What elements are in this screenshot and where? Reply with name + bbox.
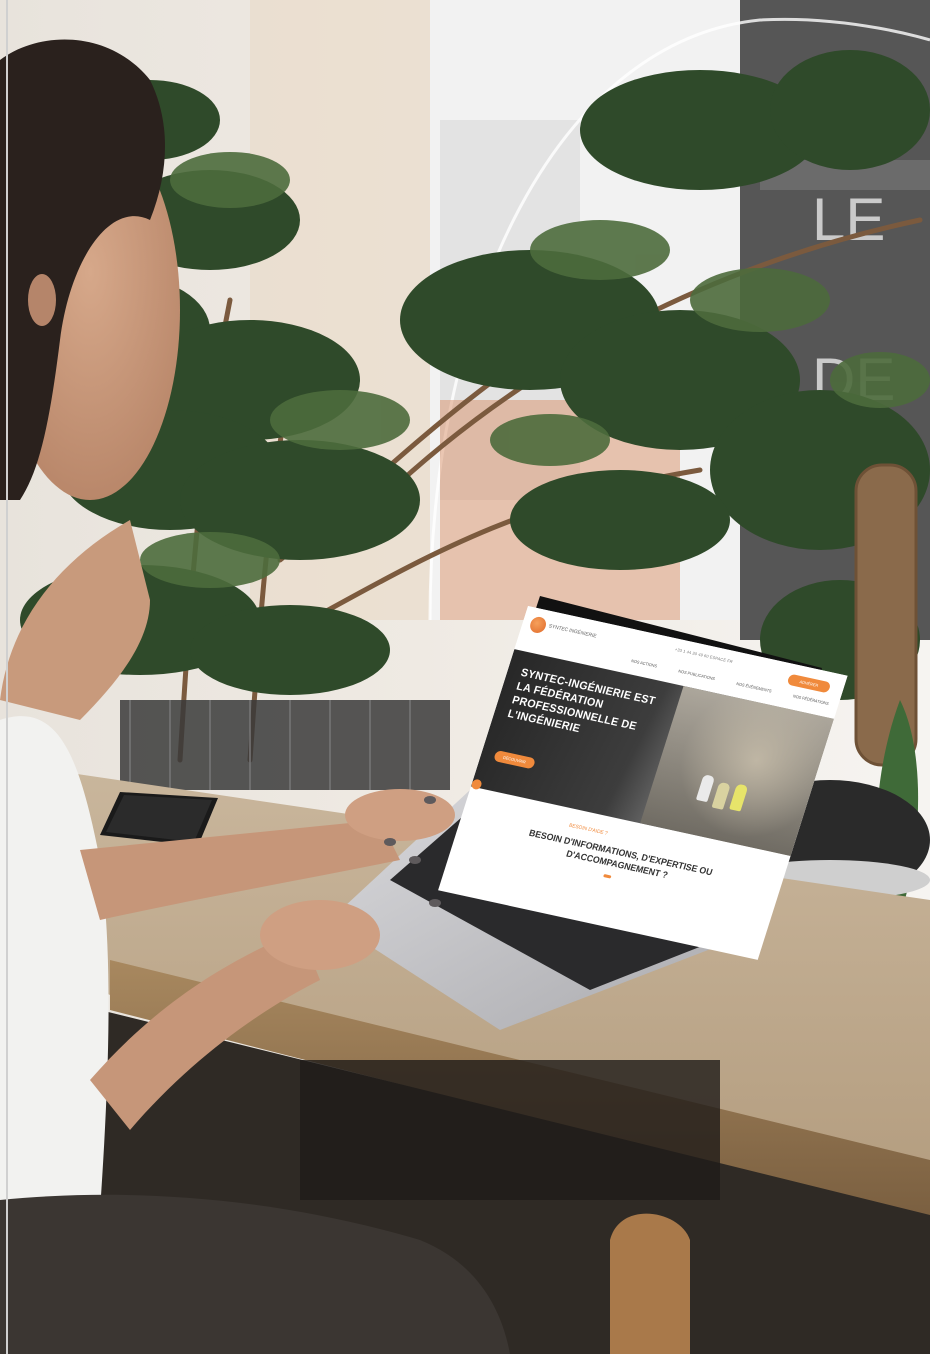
site-logo-text: SYNTEC INGÉNIERIE [547, 623, 598, 640]
section-dot [603, 874, 612, 879]
photo-frame: LE DE [0, 0, 930, 1354]
hero-button: DÉCOUVRIR [493, 749, 536, 770]
site-logo [528, 615, 549, 635]
site-top-links: +33 1 44 30 49 60 ESPACE FR [674, 646, 734, 665]
hero-title: SYNTEC-INGÉNIERIE EST LA FÉDÉRATION PROF… [506, 666, 657, 736]
site-nav-item: NOS ACTIONS [630, 658, 658, 669]
site-nav-item: NOS FÉDÉRATIONS [792, 693, 830, 706]
site-nav-item: NOS ÉVÈNEMENTS [735, 680, 773, 694]
site-nav-item: NOS PUBLICATIONS [677, 668, 716, 682]
site-cta-button: ADHÉRER [786, 673, 832, 694]
section-label: BESOIN D'AIDE ? [568, 822, 609, 837]
